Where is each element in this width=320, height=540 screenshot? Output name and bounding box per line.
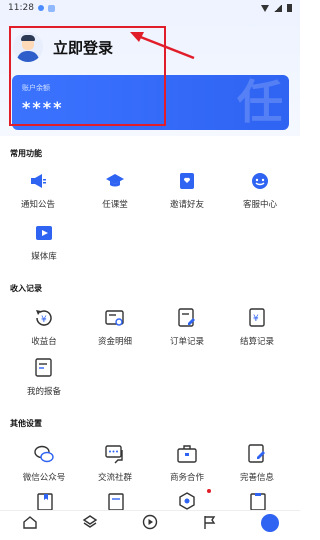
annotation-arrow-icon [130, 32, 195, 60]
invite-icon [176, 170, 198, 192]
grid-item-label: 收益台 [31, 337, 57, 347]
grid-item-label: 微信公众号 [22, 473, 66, 483]
video-folder-icon [33, 222, 55, 244]
hexagon-icon[interactable] [178, 492, 196, 510]
grid-item-funds[interactable]: 资金明细 [85, 307, 145, 347]
grid-item-label: 通知公告 [20, 200, 55, 210]
tab-flag[interactable] [180, 511, 240, 540]
grid-item-business[interactable]: 商务合作 [157, 443, 217, 483]
flag-icon [204, 516, 216, 529]
funds-detail-icon [104, 307, 126, 329]
grid-item-classroom[interactable]: 任课堂 [85, 170, 145, 210]
clipboard-icon[interactable] [249, 492, 267, 510]
svg-text:¥: ¥ [41, 315, 47, 325]
profile-icon [261, 514, 279, 532]
briefcase-icon [176, 443, 198, 465]
notification-dot [207, 489, 211, 493]
grid-item-orders[interactable]: 订单记录 [157, 307, 217, 347]
grid-item-label: 订单记录 [169, 337, 204, 347]
order-record-icon [176, 307, 198, 329]
grid-item-label: 任课堂 [102, 200, 128, 210]
grid-item-settlement[interactable]: ¥ 结算记录 [227, 307, 287, 347]
app-notification-icon [47, 4, 55, 12]
wechat-icon [33, 443, 55, 465]
grid-item-service[interactable]: 客服中心 [230, 170, 290, 210]
grid-item-label: 交流社群 [97, 473, 132, 483]
grid-item-label: 客服中心 [242, 200, 277, 210]
grid-item-invite[interactable]: 邀请好友 [157, 170, 217, 210]
chat-group-icon [104, 443, 126, 465]
tab-profile[interactable] [240, 511, 300, 540]
tab-home[interactable] [0, 511, 60, 540]
report-icon [33, 357, 55, 379]
grid-item-profile-info[interactable]: 完善信息 [227, 443, 287, 483]
status-bar: 11:28 [0, 0, 300, 16]
grid-item-media[interactable]: 媒体库 [14, 222, 74, 262]
settlement-icon: ¥ [246, 307, 268, 329]
grid-item-label: 媒体库 [31, 252, 57, 262]
tab-video[interactable] [120, 511, 180, 540]
layers-icon [82, 515, 98, 528]
section-title-income: 收入记录 [10, 284, 42, 293]
wifi-icon [261, 4, 269, 12]
signal-icon [274, 4, 282, 12]
svg-text:¥: ¥ [253, 314, 259, 324]
balance-watermark: 任 [237, 75, 283, 129]
home-icon [23, 516, 37, 529]
grid-item-label: 我的报备 [26, 387, 61, 397]
megaphone-icon [27, 170, 49, 192]
bottom-tab-bar [0, 510, 300, 540]
customer-service-icon [249, 170, 271, 192]
edit-info-icon [246, 443, 268, 465]
status-time: 11:28 [8, 3, 34, 13]
grid-item-label: 邀请好友 [169, 200, 204, 210]
section-title-other: 其他设置 [10, 419, 42, 428]
battery-icon [287, 4, 292, 12]
grid-item-label: 完善信息 [239, 473, 274, 483]
grid-item-report[interactable]: 我的报备 [14, 357, 74, 397]
play-icon [142, 514, 158, 530]
grid-item-notice[interactable]: 通知公告 [8, 170, 68, 210]
grid-item-label: 资金明细 [97, 337, 132, 347]
grid-item-community[interactable]: 交流社群 [85, 443, 145, 483]
section-title-common: 常用功能 [10, 149, 42, 158]
yuan-refresh-icon: ¥ [33, 307, 55, 329]
grid-item-label: 结算记录 [239, 337, 274, 347]
grid-item-earnings[interactable]: ¥ 收益台 [14, 307, 74, 347]
notification-icon [37, 5, 44, 11]
tab-layers[interactable] [60, 511, 120, 540]
document-icon[interactable] [107, 492, 125, 510]
grid-item-label: 商务合作 [169, 473, 204, 483]
book-icon[interactable] [36, 492, 54, 510]
grid-item-wechat[interactable]: 微信公众号 [14, 443, 74, 483]
graduation-cap-icon [104, 170, 126, 192]
